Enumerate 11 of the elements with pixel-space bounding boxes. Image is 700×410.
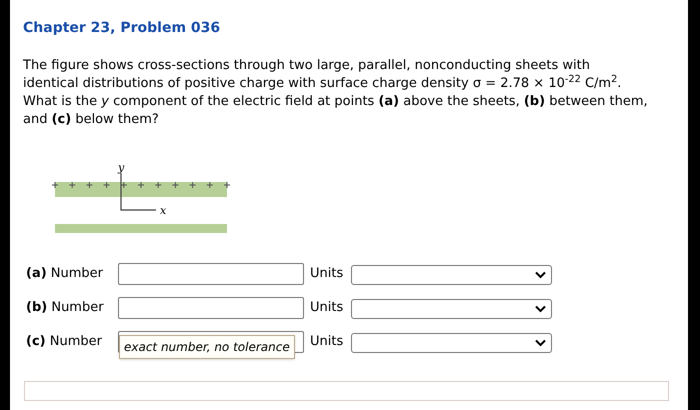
units-label: Units bbox=[310, 265, 344, 283]
question-text: The figure shows cross-sections through two large, parallel, nonconducting sheets with identical distributions of positive charge with surface charge density σ = 2.78 × 10$^{-22}$ C/m$^{2}$. What is the y component of the electric field at points (a) above the sheets, (b) between them, and (c) below them? bbox=[23, 57, 648, 129]
axis-label: y bbox=[118, 161, 124, 174]
answer-label: (a) Number bbox=[26, 265, 104, 283]
answer-label: (b) Number bbox=[26, 299, 105, 317]
axis-label: x bbox=[160, 204, 166, 217]
answer-label: (c) Number bbox=[26, 333, 103, 351]
tooltip: exact number, no tolerance bbox=[119, 335, 295, 359]
problem-title: Chapter 23, Problem 036 bbox=[23, 19, 222, 38]
units-label: Units bbox=[310, 299, 344, 317]
units-label: Units bbox=[310, 333, 344, 351]
